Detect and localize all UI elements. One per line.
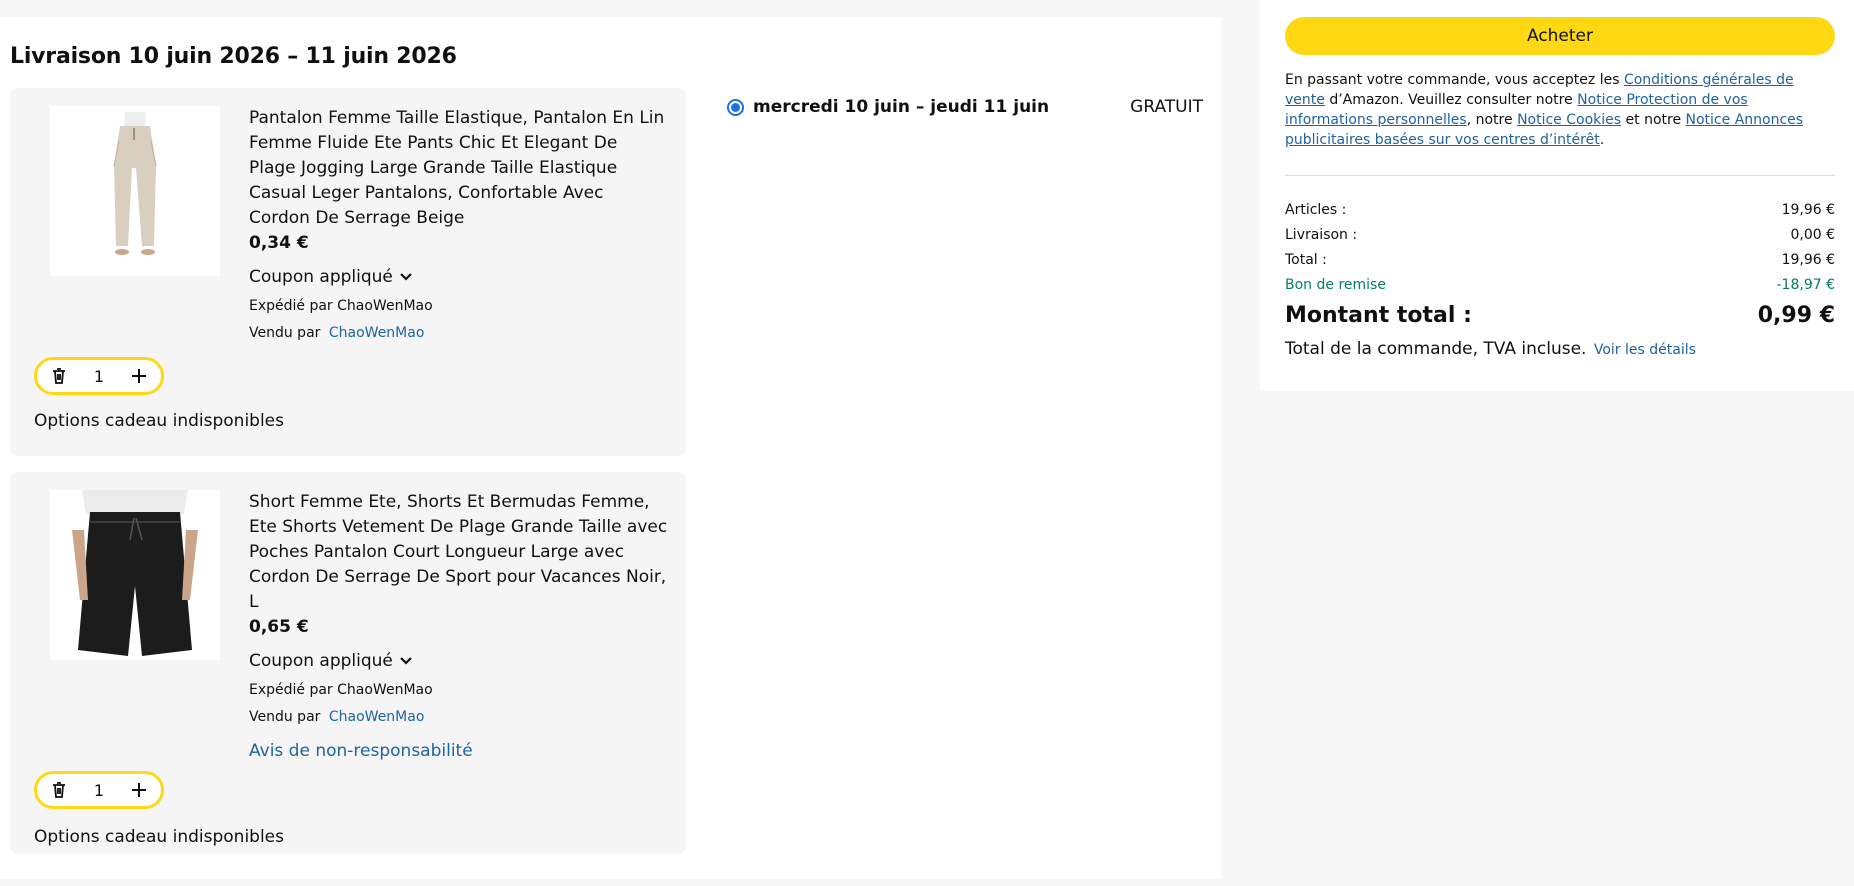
coupon-toggle[interactable]: Coupon appliqué [249,265,669,289]
trash-icon [53,782,65,798]
summary-label: Livraison : [1285,227,1358,243]
details-link[interactable]: Voir les détails [1594,342,1696,358]
summary-label: Total : [1285,252,1327,268]
main-panel: Livraison 10 juin 2026 – 11 juin 2026 Pa… [0,17,1221,879]
order-summary-panel: Acheter En passant votre commande, vous … [1260,0,1854,391]
shipped-by: Expédié par ChaoWenMao [249,298,433,314]
legal-text: En passant votre commande, vous acceptez… [1285,72,1624,88]
summary-value: 0,00 € [1790,227,1835,243]
item-title[interactable]: Pantalon Femme Taille Elastique, Pantalo… [249,106,669,231]
item-title[interactable]: Short Femme Ete, Shorts Et Bermudas Femm… [249,490,669,615]
legal-text: et notre [1621,112,1686,128]
chevron-down-icon [400,273,412,281]
increase-quantity-button[interactable] [127,364,151,388]
sold-by-label: Vendu par [249,709,321,725]
tax-note-text: Total de la commande, TVA incluse. [1285,339,1587,359]
sold-by: Vendu par ChaoWenMao [249,320,669,347]
plus-icon [132,369,146,383]
tax-note: Total de la commande, TVA incluse. Voir … [1285,339,1696,359]
seller-link[interactable]: ChaoWenMao [329,325,425,341]
coupon-label: Coupon appliqué [249,267,393,287]
gift-options: Options cadeau indisponibles [34,411,284,431]
summary-label: Articles : [1285,202,1347,218]
summary-value: 19,96 € [1781,202,1835,218]
delivery-option-label: mercredi 10 juin – jeudi 11 juin [753,97,1050,117]
increase-quantity-button[interactable] [127,778,151,802]
item-info: Short Femme Ete, Shorts Et Bermudas Femm… [249,490,669,761]
shipped-by: Expédié par ChaoWenMao [249,682,433,698]
gift-options: Options cadeau indisponibles [34,827,284,847]
item-price: 0,34 € [249,233,309,253]
legal-text: , notre [1466,112,1518,128]
coupon-label: Coupon appliqué [249,651,393,671]
disclaimer-link[interactable]: Avis de non-responsabilité [249,741,669,761]
summary-row-discount: Bon de remise -18,97 € [1285,277,1835,293]
quantity-value: 1 [93,780,105,800]
summary-divider [1285,175,1835,176]
trash-icon [53,368,65,384]
summary-value: -18,97 € [1776,277,1836,293]
sold-by-label: Vendu par [249,325,321,341]
buy-button[interactable]: Acheter [1285,17,1835,55]
grand-total: Montant total : 0,99 € [1285,303,1835,328]
beige-linen-pants-image[interactable] [50,106,220,276]
grand-total-label: Montant total : [1285,303,1472,328]
summary-row-total: Total : 19,96 € [1285,252,1835,268]
delete-button[interactable] [47,364,71,388]
delivery-radio[interactable] [727,98,744,116]
delete-button[interactable] [47,778,71,802]
chevron-down-icon [400,657,412,665]
summary-label: Bon de remise [1285,277,1386,293]
delivery-section-title: Livraison 10 juin 2026 – 11 juin 2026 [10,44,457,69]
quantity-stepper: 1 [34,771,164,809]
plus-icon [132,783,146,797]
item-price: 0,65 € [249,617,309,637]
coupon-toggle[interactable]: Coupon appliqué [249,649,669,673]
delivery-option[interactable]: mercredi 10 juin – jeudi 11 juin GRATUIT [727,97,1203,117]
cookies-link[interactable]: Notice Cookies [1517,112,1621,128]
cart-item: Short Femme Ete, Shorts Et Bermudas Femm… [10,472,686,854]
summary-value: 19,96 € [1781,252,1835,268]
item-info: Pantalon Femme Taille Elastique, Pantalo… [249,106,669,347]
radio-selected-dot [731,102,740,112]
quantity-value: 1 [93,366,105,386]
sold-by: Vendu par ChaoWenMao [249,704,669,731]
summary-row-articles: Articles : 19,96 € [1285,202,1835,218]
grand-total-value: 0,99 € [1757,303,1835,328]
legal-text: d’Amazon. Veuillez consulter notre [1324,92,1578,108]
seller-link[interactable]: ChaoWenMao [329,709,425,725]
summary-row-shipping: Livraison : 0,00 € [1285,227,1835,243]
black-shorts-image[interactable] [50,490,220,660]
legal-notice: En passant votre commande, vous acceptez… [1285,70,1837,150]
delivery-option-price: GRATUIT [1130,97,1203,117]
cart-item: Pantalon Femme Taille Elastique, Pantalo… [10,88,686,456]
quantity-stepper: 1 [34,357,164,395]
legal-text: . [1599,132,1605,148]
